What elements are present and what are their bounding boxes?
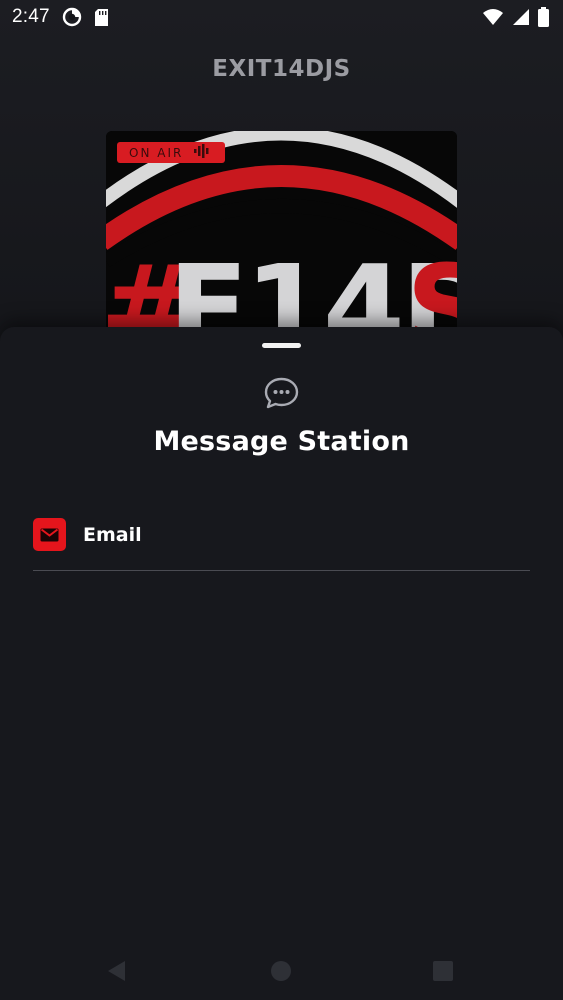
status-bar: 2:47 <box>0 0 563 34</box>
on-air-label: ON AIR <box>129 145 184 160</box>
chat-bubble-icon <box>263 376 300 414</box>
battery-icon <box>538 7 549 27</box>
sheet-drag-handle[interactable] <box>262 343 301 348</box>
svg-text:S: S <box>406 239 457 331</box>
status-right <box>482 7 549 27</box>
recents-square-icon <box>433 961 453 981</box>
message-station-sheet: Message Station Email <box>0 327 563 1000</box>
system-nav-bar <box>0 940 563 996</box>
station-title: EXIT14DJS <box>212 56 351 82</box>
wifi-icon <box>482 8 504 26</box>
envelope-icon <box>33 518 66 551</box>
email-option[interactable]: Email <box>33 507 530 571</box>
sheet-title: Message Station <box>153 426 410 457</box>
back-triangle-icon <box>108 961 125 981</box>
cellular-signal-icon <box>512 8 530 26</box>
email-option-label: Email <box>83 523 142 546</box>
screen: 2:47 EXIT14DJS # E14D S ON AIR Message S… <box>0 0 563 1000</box>
sd-card-icon <box>94 8 109 27</box>
data-saver-icon <box>62 7 82 27</box>
home-button[interactable] <box>266 956 296 986</box>
back-button[interactable] <box>102 956 132 986</box>
home-circle-icon <box>271 961 291 981</box>
on-air-badge: ON AIR <box>117 142 225 163</box>
recents-button[interactable] <box>428 956 458 986</box>
status-left: 2:47 <box>12 6 109 28</box>
live-waveform-icon <box>193 143 211 162</box>
status-time: 2:47 <box>12 6 50 27</box>
